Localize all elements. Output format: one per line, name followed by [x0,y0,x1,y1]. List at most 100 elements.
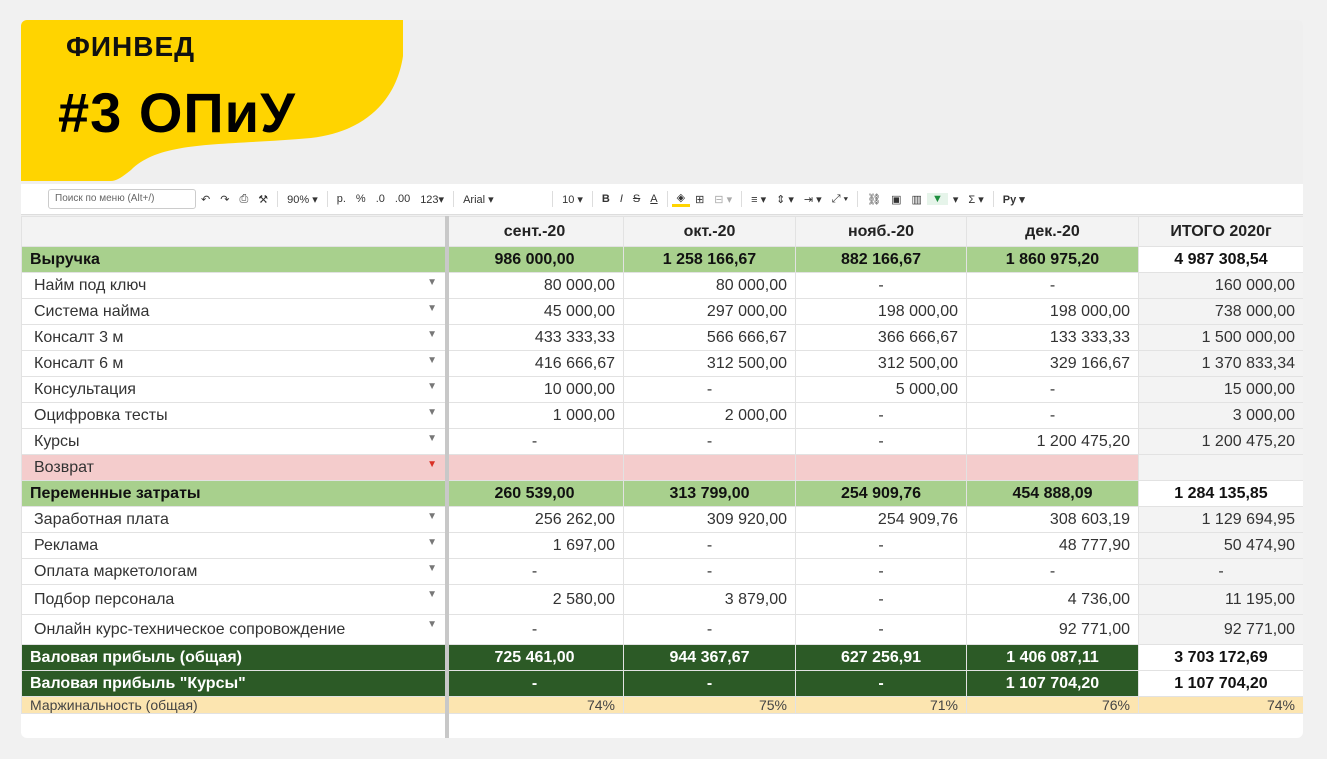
row-label-cell[interactable]: Маржинальность (общая) [21,696,446,714]
row-label-cell[interactable]: Выручка [21,246,446,273]
value-cell[interactable]: 882 166,67 [795,246,967,273]
header-cell-sep[interactable]: сент.-20 [445,216,624,247]
value-cell[interactable]: 198 000,00 [966,298,1139,325]
value-cell[interactable]: 260 539,00 [445,480,624,507]
percent-format-button[interactable]: % [351,193,371,205]
number-format-select[interactable]: 123▾ [415,193,449,206]
bold-button[interactable]: B [597,193,615,205]
value-cell[interactable]: 74% [1138,696,1303,714]
row-label-cell[interactable]: Консультация ▼ [21,376,446,403]
filter-views-chevron-down-icon[interactable]: ▾ [948,193,964,206]
dropdown-chevron-down-icon[interactable]: ▼ [427,433,437,444]
dropdown-chevron-down-icon[interactable]: ▼ [427,511,437,522]
value-cell[interactable]: - [795,272,967,299]
font-select[interactable]: Arial ▾ [458,193,548,206]
value-cell[interactable]: 416 666,67 [445,350,624,377]
value-cell[interactable]: 1 860 975,20 [966,246,1139,273]
row-label-cell[interactable]: Переменные затраты [21,480,446,507]
value-cell[interactable]: 160 000,00 [1138,272,1303,299]
value-cell[interactable]: 944 367,67 [623,644,796,671]
row-label-cell[interactable]: Заработная плата ▼ [21,506,446,533]
font-size-select[interactable]: 10 ▾ [557,193,588,206]
dropdown-chevron-down-icon[interactable]: ▼ [427,355,437,366]
dropdown-chevron-down-icon[interactable]: ▼ [427,381,437,392]
value-cell[interactable]: 254 909,76 [795,480,967,507]
functions-button[interactable]: Σ ▾ [963,193,988,206]
value-cell[interactable]: - [445,428,624,455]
value-cell[interactable]: - [966,558,1139,585]
row-label-cell[interactable]: Система найма ▼ [21,298,446,325]
italic-button[interactable]: I [615,193,628,205]
header-cell-oct[interactable]: окт.-20 [623,216,796,247]
value-cell[interactable]: 366 666,67 [795,324,967,351]
value-cell[interactable]: 433 333,33 [445,324,624,351]
merge-cells-icon[interactable]: ⊟ ▾ [709,193,737,206]
header-cell-dec[interactable]: дек.-20 [966,216,1139,247]
value-cell[interactable]: 74% [445,696,624,714]
text-rotation-icon[interactable]: ⤢ ▾ [827,193,853,206]
value-cell[interactable]: 312 500,00 [623,350,796,377]
value-cell[interactable]: 1 107 704,20 [1138,670,1303,697]
value-cell[interactable]: 254 909,76 [795,506,967,533]
value-cell[interactable]: - [445,558,624,585]
value-cell[interactable]: 133 333,33 [966,324,1139,351]
value-cell[interactable] [795,454,967,481]
value-cell[interactable]: - [623,670,796,697]
value-cell[interactable]: - [623,558,796,585]
value-cell[interactable]: 738 000,00 [1138,298,1303,325]
text-color-button[interactable]: A [645,193,662,205]
strikethrough-button[interactable]: S [628,193,645,205]
value-cell[interactable]: - [1138,558,1303,585]
value-cell[interactable]: 2 000,00 [623,402,796,429]
value-cell[interactable]: 92 771,00 [966,614,1139,645]
value-cell[interactable]: 986 000,00 [445,246,624,273]
row-label-cell[interactable]: Подбор персонала ▼ [21,584,446,615]
value-cell[interactable]: - [445,614,624,645]
value-cell[interactable] [623,454,796,481]
horizontal-align-icon[interactable]: ≡ ▾ [746,193,771,206]
value-cell[interactable]: 1 107 704,20 [966,670,1139,697]
value-cell[interactable]: 3 703 172,69 [1138,644,1303,671]
currency-format-button[interactable]: р. [332,193,351,205]
value-cell[interactable]: 80 000,00 [623,272,796,299]
value-cell[interactable]: 50 474,90 [1138,532,1303,559]
vertical-align-icon[interactable]: ⇕ ▾ [771,193,799,206]
row-label-cell[interactable]: Найм под ключ ▼ [21,272,446,299]
row-label-cell[interactable]: Курсы ▼ [21,428,446,455]
value-cell[interactable]: 2 580,00 [445,584,624,615]
value-cell[interactable]: - [966,376,1139,403]
value-cell[interactable]: 92 771,00 [1138,614,1303,645]
insert-link-icon[interactable]: ⛓ [862,193,886,206]
value-cell[interactable]: 627 256,91 [795,644,967,671]
value-cell[interactable]: - [623,614,796,645]
value-cell[interactable]: - [795,670,967,697]
paint-format-icon[interactable]: ⚒ [253,193,273,206]
fill-color-icon[interactable]: ◈ [671,191,691,207]
row-label-cell[interactable]: Оцифровка тесты ▼ [21,402,446,429]
value-cell[interactable]: 5 000,00 [795,376,967,403]
value-cell[interactable]: 1 258 166,67 [623,246,796,273]
row-label-cell[interactable]: Валовая прибыль "Курсы" [21,670,446,697]
value-cell[interactable]: 1 697,00 [445,532,624,559]
value-cell[interactable]: - [795,614,967,645]
value-cell[interactable]: - [623,532,796,559]
header-cell-label[interactable] [21,216,446,247]
value-cell[interactable]: 3 879,00 [623,584,796,615]
value-cell[interactable]: 10 000,00 [445,376,624,403]
menu-search-input[interactable]: Поиск по меню (Alt+/) [48,189,196,209]
value-cell[interactable]: 1 129 694,95 [1138,506,1303,533]
value-cell[interactable]: 297 000,00 [623,298,796,325]
dropdown-chevron-down-icon[interactable]: ▼ [427,277,437,288]
value-cell[interactable]: - [795,428,967,455]
header-cell-nov[interactable]: нояб.-20 [795,216,967,247]
row-label-cell[interactable]: Онлайн курс-техническое сопровождение ▼ [21,614,446,645]
value-cell[interactable]: 3 000,00 [1138,402,1303,429]
value-cell[interactable]: 75% [623,696,796,714]
value-cell[interactable]: - [445,670,624,697]
redo-icon[interactable]: ↷ [215,193,234,206]
value-cell[interactable]: 1 200 475,20 [966,428,1139,455]
row-label-cell[interactable]: Возврат ▼ [21,454,446,481]
value-cell[interactable]: - [623,376,796,403]
value-cell[interactable]: 4 987 308,54 [1138,246,1303,273]
dropdown-chevron-down-icon[interactable]: ▼ [427,537,437,548]
